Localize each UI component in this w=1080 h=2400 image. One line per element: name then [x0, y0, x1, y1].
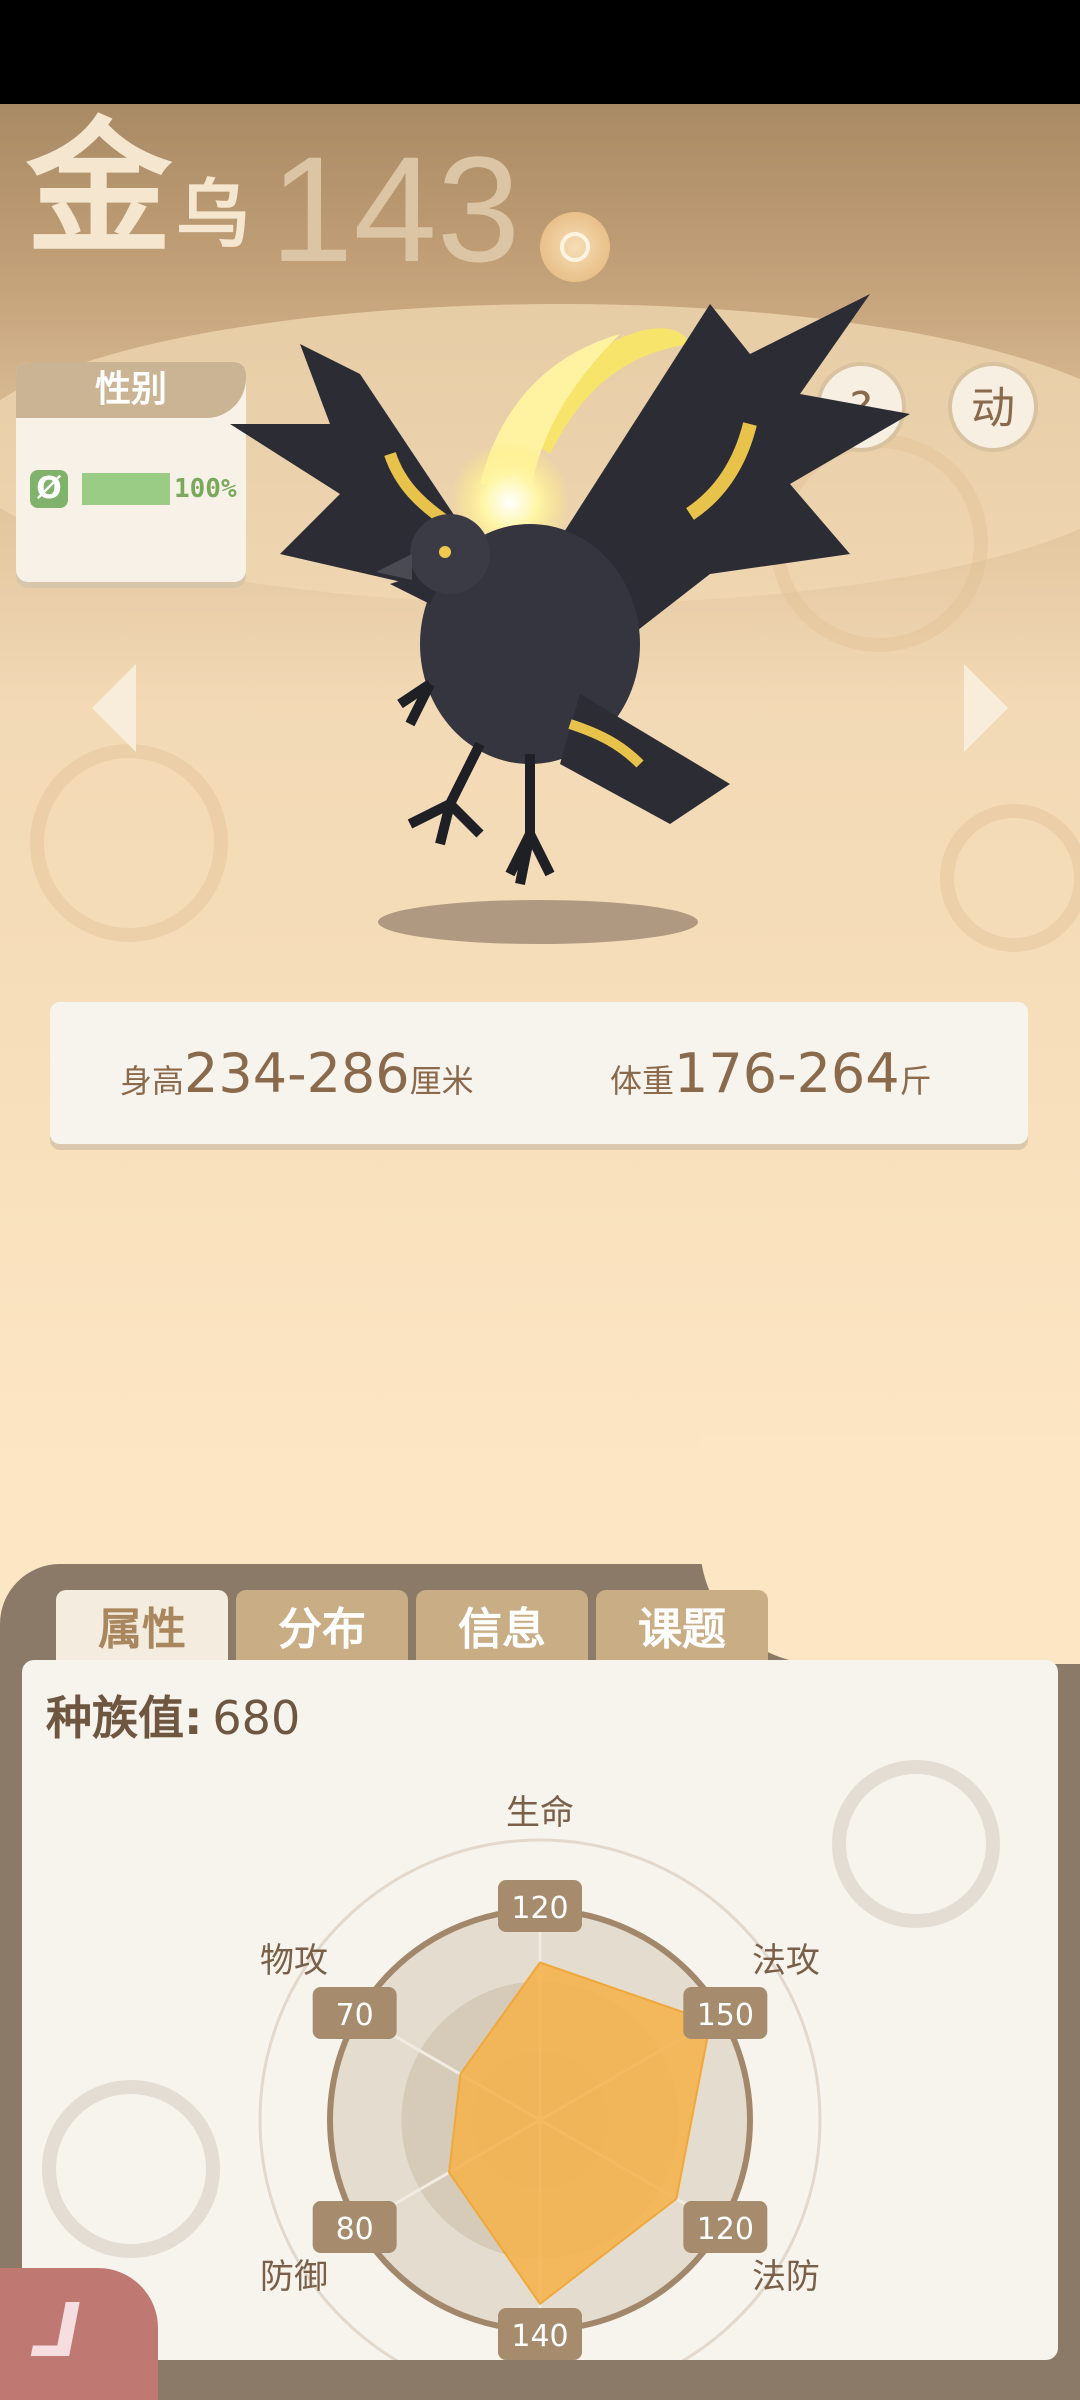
weight-value: 176-264	[674, 1042, 900, 1105]
weight-info: 体重176-264斤	[610, 1042, 932, 1105]
stat-value-0: 120	[511, 1891, 568, 1926]
stat-label-2: 法防	[752, 2257, 820, 2297]
tab-bar: 属性 分布 信息 课题	[56, 1590, 772, 1666]
stat-value-5: 70	[336, 1998, 374, 2033]
creature-shadow	[378, 900, 698, 944]
tab-distribution[interactable]: 分布	[236, 1590, 408, 1666]
weight-unit: 斤	[899, 1062, 932, 1100]
status-bar	[0, 0, 1080, 104]
side-menu-icon: ⅃	[30, 2288, 78, 2374]
height-value: 234-286	[184, 1042, 410, 1105]
height-unit: 厘米	[409, 1062, 474, 1100]
height-label: 身高	[120, 1062, 185, 1100]
stats-card: 种族值:680 120生命150法攻120法防140速度80防御70物攻	[22, 1660, 1058, 2360]
previous-arrow-icon[interactable]	[92, 664, 136, 752]
stat-label-5: 物攻	[260, 1941, 328, 1981]
creature-illustration	[230, 294, 910, 885]
pet-detail-page: 金乌 143 性别 Ø 100% ? 动	[0, 104, 1080, 2400]
tab-info[interactable]: 信息	[416, 1590, 588, 1666]
side-menu-button[interactable]: ⅃	[0, 2268, 158, 2400]
animation-button-label: 动	[971, 383, 1015, 434]
stat-label-0: 生命	[506, 1793, 574, 1833]
weight-label: 体重	[610, 1062, 675, 1100]
no-gender-icon: Ø	[30, 470, 68, 508]
stat-label-4: 防御	[260, 2257, 328, 2297]
stat-value-4: 80	[336, 2212, 374, 2247]
tab-tasks[interactable]: 课题	[596, 1590, 768, 1666]
stat-value-1: 150	[697, 1998, 754, 2033]
radar-chart: 120生命150法攻120法防140速度80防御70物攻	[258, 1793, 822, 2360]
stat-value-3: 140	[511, 2319, 568, 2354]
next-arrow-icon[interactable]	[964, 664, 1008, 752]
stat-value-2: 120	[697, 2212, 754, 2247]
tab-attributes[interactable]: 属性	[56, 1590, 228, 1666]
stat-label-1: 法攻	[752, 1941, 820, 1981]
size-card: 身高234-286厘米 体重176-264斤	[50, 1002, 1028, 1144]
height-info: 身高234-286厘米	[120, 1042, 474, 1105]
